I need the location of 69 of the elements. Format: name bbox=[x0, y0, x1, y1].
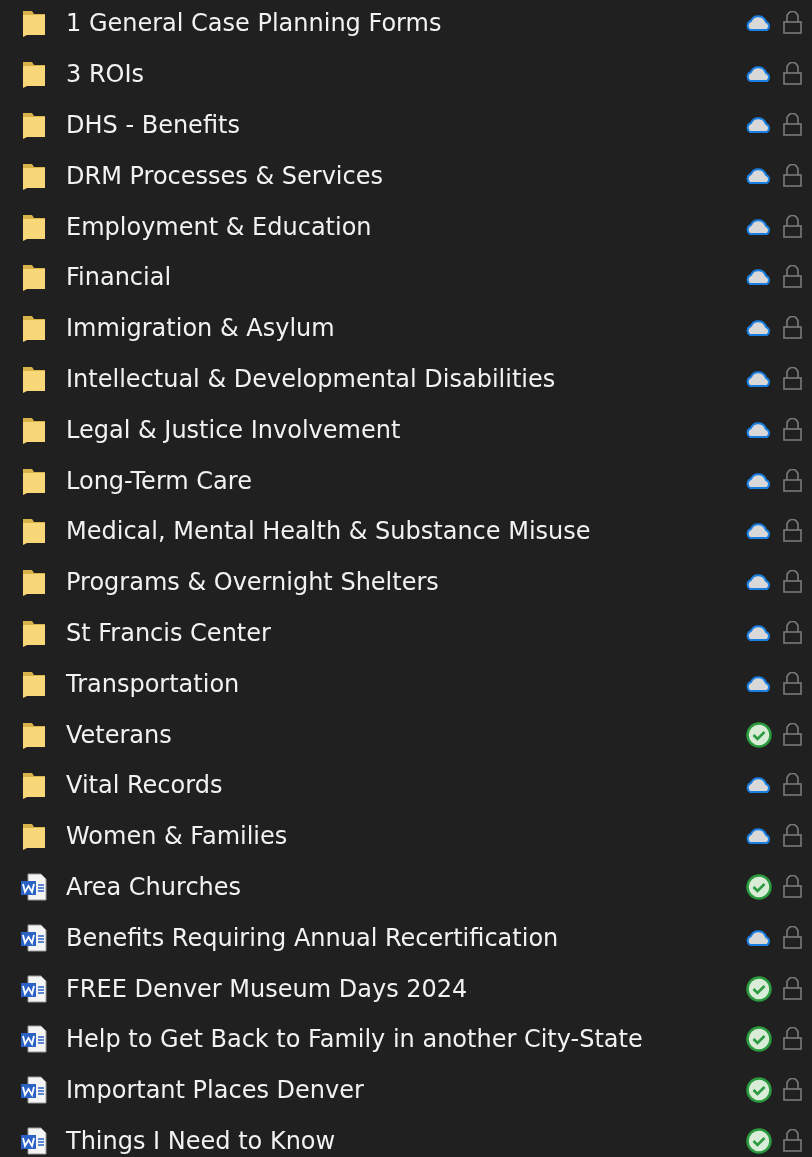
lock-icon bbox=[782, 62, 803, 87]
folder-icon bbox=[20, 111, 48, 139]
lock-icon bbox=[782, 824, 803, 849]
file-name[interactable]: Benefits Requiring Annual Recertification bbox=[66, 923, 744, 952]
folder-icon bbox=[20, 314, 48, 343]
file-name[interactable]: Important Places Denver bbox=[66, 1076, 744, 1105]
folder-icon bbox=[20, 9, 48, 38]
file-name[interactable]: Programs & Overnight Shelters bbox=[66, 568, 744, 597]
file-name[interactable]: Financial bbox=[66, 263, 744, 292]
lock-icon bbox=[782, 468, 803, 493]
folder-icon bbox=[20, 771, 48, 800]
lock-icon bbox=[782, 417, 803, 442]
file-name[interactable]: Employment & Education bbox=[66, 212, 744, 241]
folder-icon bbox=[20, 669, 48, 698]
lock-icon bbox=[782, 214, 803, 239]
file-name[interactable]: DRM Processes & Services bbox=[66, 161, 744, 190]
file-name[interactable]: 1 General Case Planning Forms bbox=[66, 9, 744, 38]
file-name[interactable]: Things I Need to Know bbox=[66, 1126, 744, 1155]
folder-icon bbox=[20, 822, 48, 851]
lock-icon bbox=[782, 874, 803, 899]
lock-icon bbox=[782, 671, 803, 696]
lock-icon bbox=[782, 163, 803, 188]
folder-icon bbox=[20, 364, 48, 393]
file-name[interactable]: Help to Get Back to Family in another City-State bbox=[66, 1025, 744, 1054]
folder-icon bbox=[20, 618, 48, 647]
word-document-icon bbox=[20, 923, 48, 952]
word-document-icon bbox=[20, 974, 48, 1003]
folder-icon bbox=[20, 568, 48, 597]
word-document-icon bbox=[20, 1025, 48, 1054]
file-name[interactable]: Vital Records bbox=[66, 771, 744, 800]
lock-icon bbox=[782, 265, 803, 290]
file-name[interactable]: Long-Term Care bbox=[66, 466, 744, 495]
lock-icon bbox=[782, 570, 803, 595]
folder-icon bbox=[20, 517, 48, 546]
lock-icon bbox=[782, 366, 803, 391]
word-document-icon bbox=[20, 1126, 48, 1155]
file-name[interactable]: Area Churches bbox=[66, 872, 744, 901]
folder-icon bbox=[20, 161, 48, 190]
lock-icon bbox=[782, 316, 803, 341]
file-name[interactable]: 3 ROIs bbox=[66, 60, 744, 89]
file-name[interactable]: Legal & Justice Involvement bbox=[66, 415, 744, 444]
lock-icon bbox=[782, 773, 803, 798]
lock-icon bbox=[782, 925, 803, 950]
folder-icon bbox=[20, 263, 48, 292]
file-name[interactable]: FREE Denver Museum Days 2024 bbox=[66, 974, 744, 1003]
lock-icon bbox=[782, 1027, 803, 1052]
word-document-icon bbox=[20, 1076, 48, 1105]
file-name[interactable]: St Francis Center bbox=[66, 618, 744, 647]
file-name[interactable]: Intellectual & Developmental Disabilities bbox=[66, 364, 744, 393]
lock-icon bbox=[782, 113, 803, 137]
lock-icon bbox=[782, 722, 803, 747]
file-name[interactable]: Women & Families bbox=[66, 822, 744, 851]
folder-icon bbox=[20, 60, 48, 89]
file-name[interactable]: Medical, Mental Health & Substance Misuse bbox=[66, 517, 744, 546]
file-name[interactable]: Immigration & Asylum bbox=[66, 314, 744, 343]
file-name[interactable]: DHS - Benefits bbox=[66, 111, 744, 139]
lock-icon bbox=[782, 1078, 803, 1103]
folder-icon bbox=[20, 415, 48, 444]
word-document-icon bbox=[20, 872, 48, 901]
file-name[interactable]: Transportation bbox=[66, 669, 744, 698]
lock-icon bbox=[782, 1128, 803, 1153]
lock-icon bbox=[782, 519, 803, 544]
lock-icon bbox=[782, 976, 803, 1001]
folder-icon bbox=[20, 212, 48, 241]
folder-icon bbox=[20, 720, 48, 749]
file-name[interactable]: Veterans bbox=[66, 720, 744, 749]
lock-icon bbox=[782, 11, 803, 36]
folder-icon bbox=[20, 466, 48, 495]
lock-icon bbox=[782, 620, 803, 645]
